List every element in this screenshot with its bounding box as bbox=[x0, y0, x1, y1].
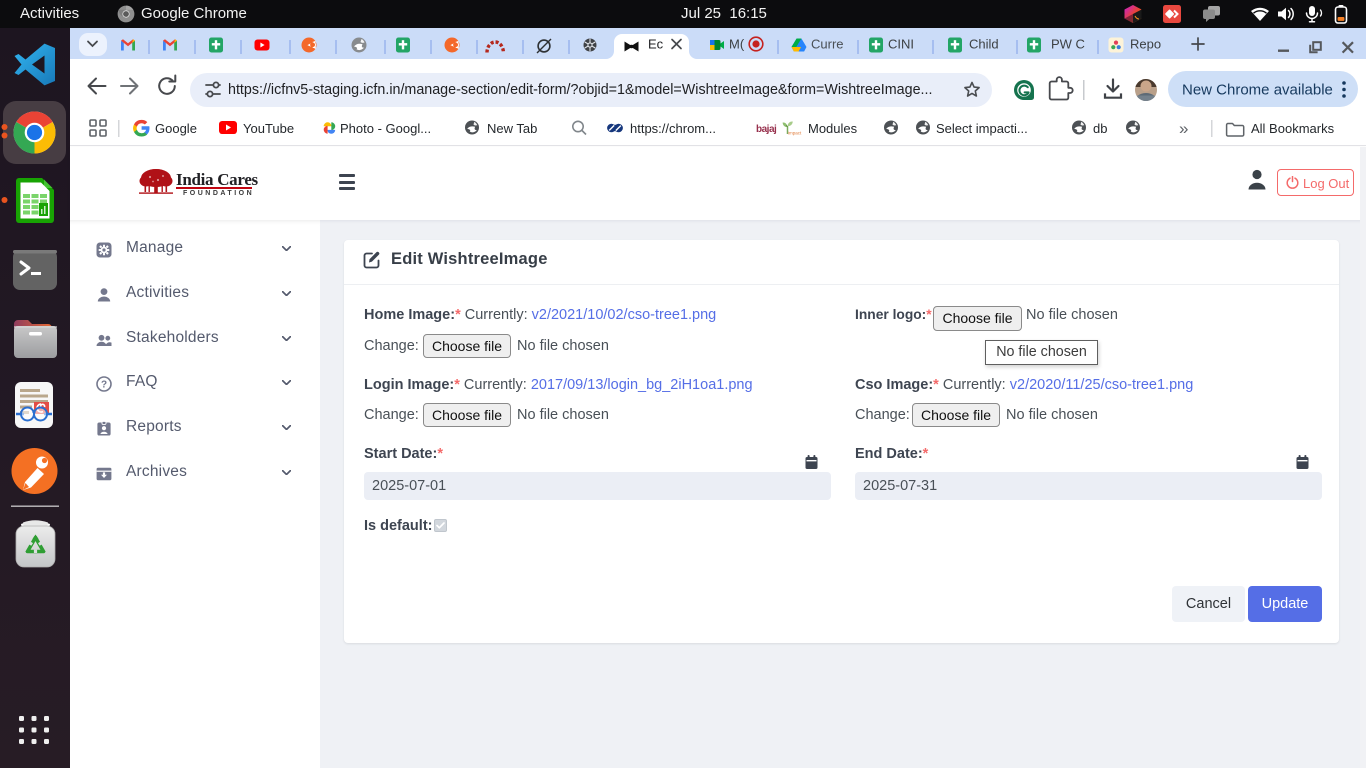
svg-text:M(: M( bbox=[729, 37, 745, 52]
svg-text:Google: Google bbox=[155, 121, 197, 136]
svg-text:Photo - Googl...: Photo - Googl... bbox=[340, 121, 431, 136]
svg-text:All Bookmarks: All Bookmarks bbox=[1251, 121, 1335, 136]
svg-text:Repo: Repo bbox=[1130, 37, 1161, 52]
svg-text:db: db bbox=[1093, 121, 1107, 136]
svg-text:New Tab: New Tab bbox=[487, 121, 537, 136]
svg-text:Modules: Modules bbox=[808, 121, 858, 136]
svg-text:Child: Child bbox=[969, 37, 999, 52]
svg-text:?: ? bbox=[101, 380, 107, 391]
svg-text:YouTube: YouTube bbox=[243, 121, 294, 136]
svg-text:impact: impact bbox=[788, 131, 802, 136]
svg-text:CINI: CINI bbox=[888, 37, 914, 52]
svg-text:»: » bbox=[1179, 119, 1188, 138]
svg-text:https://chrom...: https://chrom... bbox=[630, 121, 716, 136]
svg-text:Curre: Curre bbox=[811, 37, 844, 52]
svg-text:PW C: PW C bbox=[1051, 37, 1085, 52]
svg-text:Ec: Ec bbox=[648, 37, 664, 52]
svg-text:bajaj: bajaj bbox=[756, 124, 777, 135]
svg-text:Select impacti...: Select impacti... bbox=[936, 121, 1028, 136]
svg-text:New Chrome available: New Chrome available bbox=[1182, 82, 1333, 99]
